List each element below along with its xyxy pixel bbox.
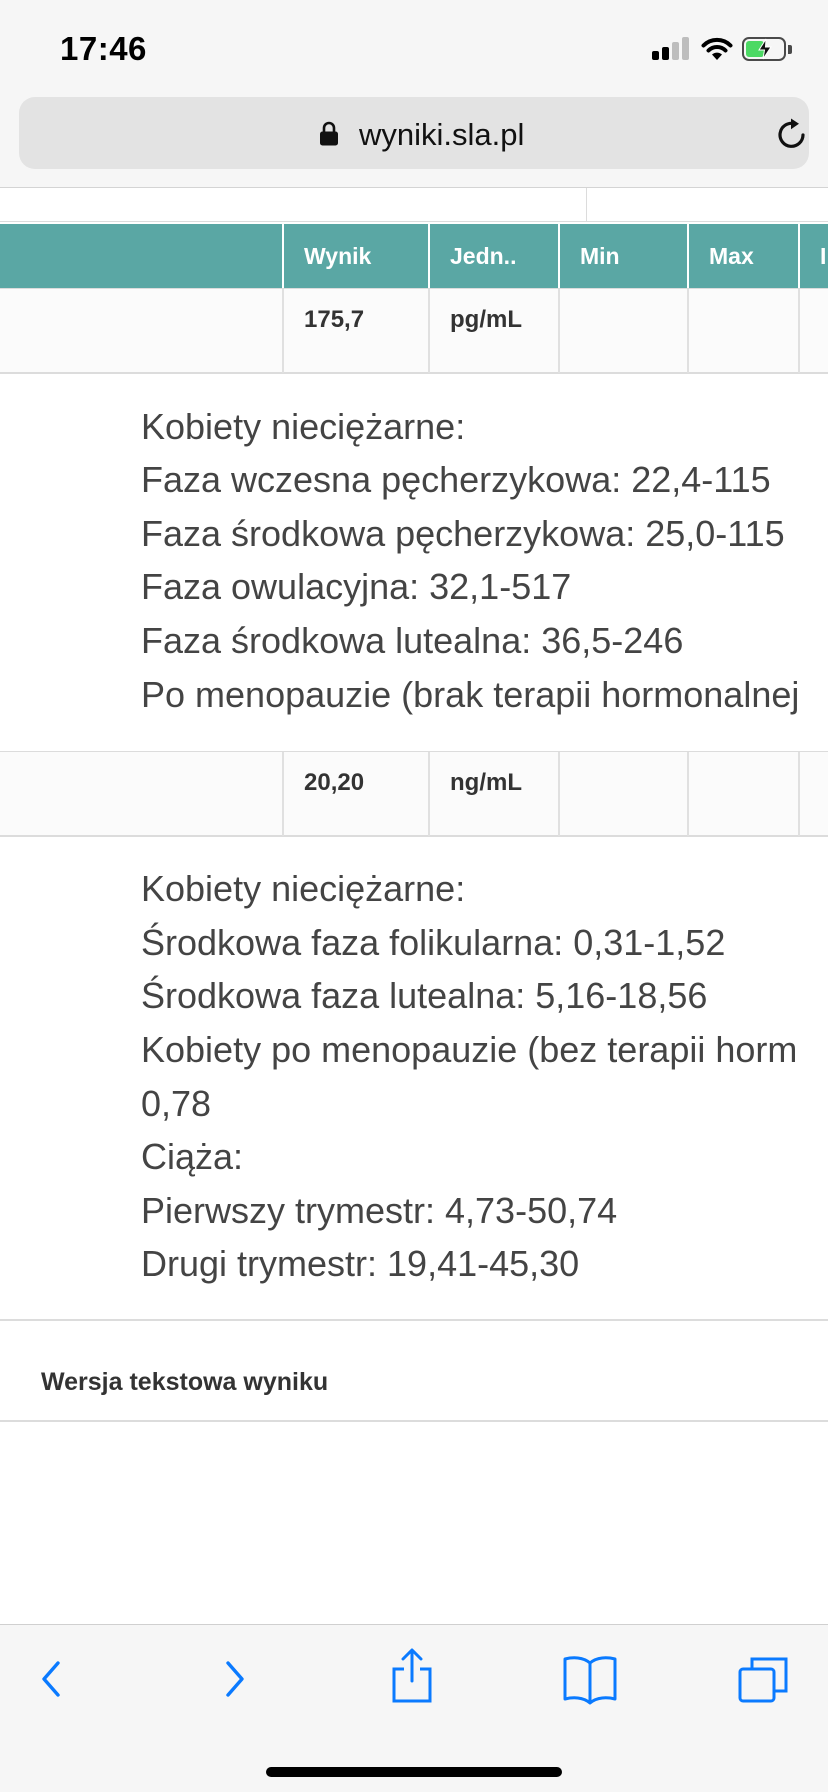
table-row: 175,7 pg/mL bbox=[0, 288, 828, 374]
home-indicator bbox=[266, 1767, 562, 1777]
reload-icon[interactable] bbox=[775, 117, 809, 151]
column-header-max: Max bbox=[687, 224, 798, 288]
status-bar: 17:46 bbox=[0, 0, 828, 90]
unit-value: pg/mL bbox=[428, 289, 558, 373]
browser-address-bar: wyniki.sla.pl bbox=[0, 90, 828, 188]
lock-icon bbox=[320, 121, 338, 146]
reference-line: Środkowa faza lutealna: 5,16-18,56 bbox=[141, 975, 708, 1016]
column-header-result: Wynik bbox=[282, 224, 428, 288]
max-value bbox=[687, 289, 798, 373]
reference-line: Faza środkowa pęcherzykowa: 25,0-115 bbox=[141, 513, 785, 554]
status-time: 17:46 bbox=[60, 30, 147, 67]
table-header: Wynik Jedn.. Min Max I bbox=[0, 224, 828, 288]
divider bbox=[0, 1319, 828, 1321]
share-icon[interactable] bbox=[388, 1647, 436, 1705]
min-value bbox=[558, 752, 687, 836]
reference-line: Faza środkowa lutealna: 36,5-246 bbox=[141, 620, 684, 661]
reference-line: Pierwszy trymestr: 4,73-50,74 bbox=[141, 1190, 618, 1231]
min-value bbox=[558, 289, 687, 373]
table-row: 20,20 ng/mL bbox=[0, 751, 828, 837]
reference-line: 0,78 bbox=[141, 1083, 212, 1124]
column-header-min: Min bbox=[558, 224, 687, 288]
battery-icon bbox=[742, 37, 792, 61]
text-version-link[interactable]: Wersja tekstowa wyniku bbox=[41, 1368, 328, 1397]
tabs-icon[interactable] bbox=[736, 1653, 790, 1705]
reference-line: Faza owulacyjna: 32,1-517 bbox=[141, 566, 572, 607]
reference-line: Kobiety nieciężarne: bbox=[141, 868, 466, 909]
reference-line: Kobiety nieciężarne: bbox=[141, 406, 466, 447]
column-header-next: I bbox=[798, 224, 828, 288]
reference-line: Ciąża: bbox=[141, 1136, 244, 1177]
page-content: Wynik Jedn.. Min Max I 175,7 pg/mL Kobie… bbox=[0, 188, 828, 1624]
reference-line: Po menopauzie (brak terapii hormonalnej bbox=[141, 674, 800, 715]
result-value: 20,20 bbox=[282, 752, 428, 836]
max-value bbox=[687, 752, 798, 836]
reference-line: Faza wczesna pęcherzykowa: 22,4-115 bbox=[141, 459, 771, 500]
extra-cell bbox=[798, 289, 828, 373]
extra-cell bbox=[798, 752, 828, 836]
divider bbox=[0, 1420, 828, 1422]
unit-value: ng/mL bbox=[428, 752, 558, 836]
reference-line: Środkowa faza folikularna: 0,31-1,52 bbox=[141, 922, 726, 963]
back-icon[interactable] bbox=[36, 1655, 66, 1703]
table-top-strip bbox=[0, 188, 828, 222]
reference-line: Drugi trymestr: 19,41-45,30 bbox=[141, 1243, 580, 1284]
reference-line: Kobiety po menopauzie (bez terapii horm bbox=[141, 1029, 798, 1070]
column-header-unit: Jedn.. bbox=[428, 224, 558, 288]
bookmarks-icon[interactable] bbox=[561, 1653, 619, 1705]
wifi-icon bbox=[701, 37, 733, 60]
url-field[interactable]: wyniki.sla.pl bbox=[19, 97, 809, 169]
browser-toolbar bbox=[0, 1624, 828, 1792]
url-text[interactable]: wyniki.sla.pl bbox=[359, 117, 524, 153]
result-value: 175,7 bbox=[282, 289, 428, 373]
forward-icon[interactable] bbox=[220, 1655, 250, 1703]
cellular-signal-icon bbox=[652, 36, 692, 60]
